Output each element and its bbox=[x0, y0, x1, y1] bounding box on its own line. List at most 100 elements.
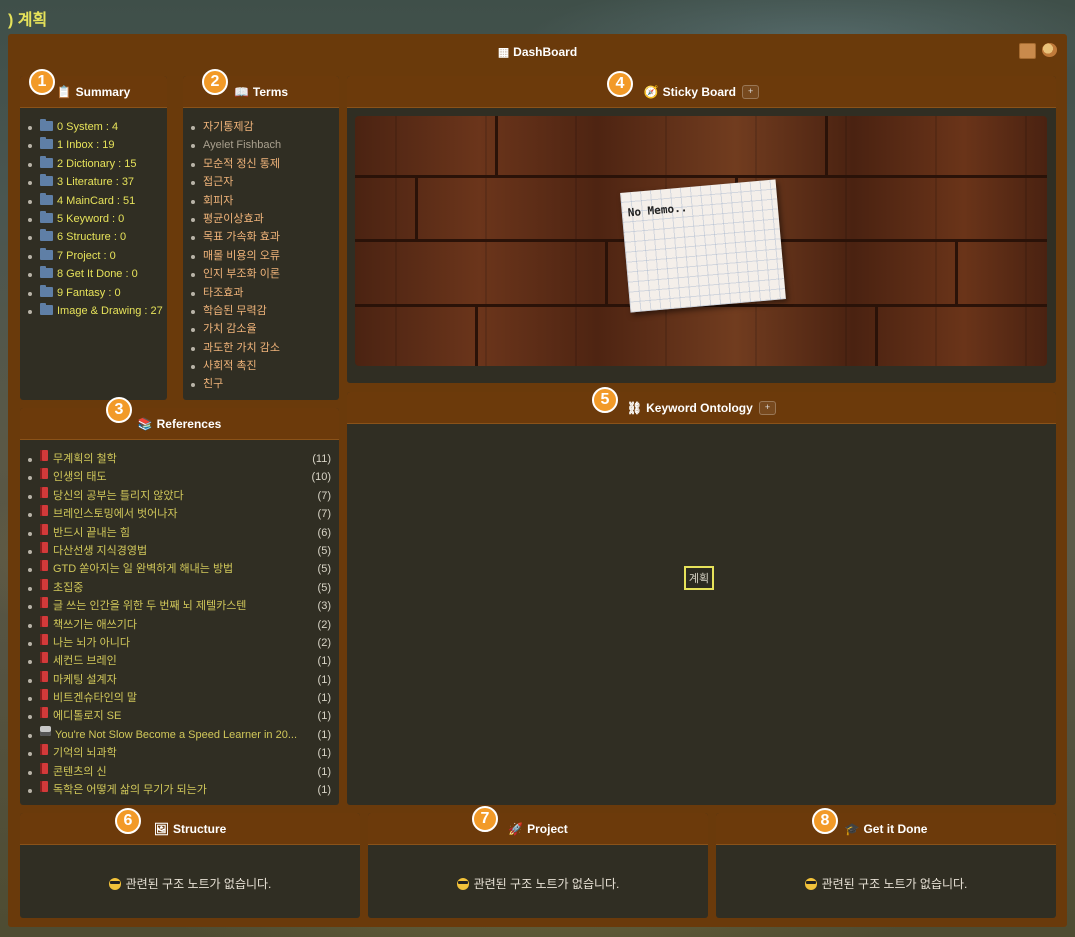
chain-icon: ⛓ bbox=[626, 400, 643, 415]
summary-panel: 📋 Summary 0 System : 4 1 Inbox : 19 2 Dict… bbox=[20, 76, 167, 400]
term-item[interactable]: 친구 bbox=[183, 375, 339, 393]
reference-item[interactable]: 나는 뇌가 아니다 (2) bbox=[20, 633, 339, 652]
ontology-node[interactable]: 계획 bbox=[684, 566, 714, 590]
reference-item[interactable]: 세컨드 브레인 (1) bbox=[20, 652, 339, 670]
terms-title: Terms bbox=[252, 84, 289, 99]
rocket-icon: 🚀 bbox=[508, 821, 524, 836]
reference-item[interactable]: 반드시 끝내는 힘 (6) bbox=[20, 523, 339, 542]
graduation-cap-icon: 🎓 bbox=[844, 821, 860, 836]
reference-item[interactable]: 기억의 뇌과학 (1) bbox=[20, 744, 339, 762]
clipboard-icon: 📋 bbox=[56, 84, 72, 99]
sticky-memo[interactable]: No Memo.. bbox=[620, 179, 786, 313]
summary-item[interactable]: 0 System : 4 bbox=[20, 118, 167, 136]
reference-item[interactable]: 글 쓰는 인간을 위한 두 번째 뇌 제텔카스텐 (3) bbox=[20, 597, 339, 615]
sunglasses-icon bbox=[108, 878, 121, 890]
dashboard-header: ▦ DashBoard bbox=[8, 34, 1067, 69]
term-item[interactable]: 매몰 비용의 오류 bbox=[183, 247, 339, 265]
summary-item[interactable]: 5 Keyword : 0 bbox=[20, 210, 167, 228]
term-item[interactable]: Ayelet Fishbach bbox=[183, 136, 339, 154]
book-icon bbox=[40, 744, 48, 756]
reference-item[interactable]: 비트겐슈타인의 말 (1) bbox=[20, 689, 339, 707]
badge-7: 7 bbox=[472, 806, 498, 832]
sticky-board-title: Sticky Board bbox=[662, 84, 737, 99]
term-item[interactable]: 목표 가속화 효과 bbox=[183, 228, 339, 246]
reference-count: (1) bbox=[317, 692, 331, 705]
reference-item[interactable]: GTD 쏟아지는 일 완벽하게 해내는 방법 (5) bbox=[20, 560, 339, 578]
summary-item[interactable]: 4 MainCard : 51 bbox=[20, 192, 167, 210]
palette-icon[interactable] bbox=[1042, 43, 1057, 57]
book-icon bbox=[40, 505, 48, 517]
reference-title: 독학은 어떻게 삶의 무기가 되는가 bbox=[53, 784, 207, 797]
page-title: ) 계획 bbox=[8, 12, 48, 29]
add-keyword-button[interactable]: + bbox=[758, 400, 777, 415]
dashboard-container: ▦ DashBoard 📋 Summary 0 System : 4 1 Inbo… bbox=[8, 34, 1067, 927]
reference-item[interactable]: 당신의 공부는 틀리지 않았다 (7) bbox=[20, 486, 339, 505]
project-header: 🚀 Project bbox=[368, 813, 708, 845]
summary-title: Summary bbox=[75, 84, 131, 99]
add-memo-button[interactable]: + bbox=[742, 84, 760, 99]
summary-item-label: 3 Literature : 37 bbox=[57, 176, 135, 189]
badge-6: 6 bbox=[115, 808, 141, 834]
reference-title: 당신의 공부는 틀리지 않았다 bbox=[53, 489, 184, 502]
folder-icon bbox=[40, 302, 53, 315]
folder-icon bbox=[40, 119, 53, 131]
book-icon bbox=[40, 670, 48, 682]
book-icon bbox=[40, 541, 48, 553]
summary-item[interactable]: Image & Drawing : 27 bbox=[20, 302, 167, 320]
reference-item[interactable]: You're Not Slow Become a Speed Learner i… bbox=[20, 725, 339, 744]
book-icon bbox=[40, 707, 48, 719]
books-icon: 📚 bbox=[137, 416, 153, 431]
summary-item-label: 7 Project : 0 bbox=[57, 249, 116, 262]
sunglasses-icon bbox=[804, 878, 817, 890]
term-item[interactable]: 학습된 무력감 bbox=[183, 302, 339, 320]
summary-item-label: 4 MainCard : 51 bbox=[57, 194, 136, 207]
terms-panel: 📖 Terms 자기통제감 Ayelet Fishbach 모순적 정신 통제 접근자… bbox=[183, 76, 339, 400]
terms-list: 자기통제감 Ayelet Fishbach 모순적 정신 통제 접근자 회피자 평균이상효… bbox=[183, 108, 339, 394]
term-item[interactable]: 자기통제감 bbox=[183, 118, 339, 136]
reference-item[interactable]: 책쓰기는 애쓰기다 (2) bbox=[20, 615, 339, 634]
reference-title: GTD 쏟아지는 일 완벽하게 해내는 방법 bbox=[53, 563, 234, 576]
summary-list: 0 System : 4 1 Inbox : 19 2 Dictionary : 1… bbox=[20, 108, 167, 320]
reference-item[interactable]: 초집중 (5) bbox=[20, 578, 339, 597]
folder-icon bbox=[40, 284, 53, 297]
summary-item-label: 0 System : 4 bbox=[57, 121, 119, 133]
reference-item[interactable]: 독학은 어떻게 삶의 무기가 되는가 (1) bbox=[20, 781, 339, 799]
reference-item[interactable]: 무계획의 철학 (11) bbox=[20, 450, 339, 468]
reference-item[interactable]: 에디톨로지 SE (1) bbox=[20, 707, 339, 725]
badge-8: 8 bbox=[812, 808, 838, 834]
project-empty-message: 관련된 구조 노트가 없습니다. bbox=[368, 875, 708, 892]
summary-item[interactable]: 3 Literature : 37 bbox=[20, 173, 167, 191]
book-icon bbox=[40, 633, 48, 645]
summary-item[interactable]: 6 Structure : 0 bbox=[20, 228, 167, 246]
term-item[interactable]: 회피자 bbox=[183, 192, 339, 210]
term-item[interactable]: 접근자 bbox=[183, 173, 339, 191]
reference-item[interactable]: 콘텐츠의 신 (1) bbox=[20, 762, 339, 781]
term-item[interactable]: 과도한 가치 감소 bbox=[183, 339, 339, 357]
summary-item[interactable]: 2 Dictionary : 15 bbox=[20, 155, 167, 173]
box-icon[interactable] bbox=[1019, 43, 1036, 59]
reference-count: (1) bbox=[317, 784, 331, 797]
keyword-ontology-header: ⛓ Keyword Ontology + bbox=[347, 392, 1056, 424]
reference-count: (6) bbox=[317, 526, 331, 539]
term-item[interactable]: 평균이상효과 bbox=[183, 210, 339, 228]
structure-empty-message: 관련된 구조 노트가 없습니다. bbox=[20, 875, 360, 892]
reference-item[interactable]: 브레인스토밍에서 벗어나자 (7) bbox=[20, 505, 339, 523]
references-panel: 📚 References 무계획의 철학 (11) 인생의 태도 (10) 당신의 공부… bbox=[20, 408, 339, 805]
reference-item[interactable]: 다산선생 지식경영법 (5) bbox=[20, 541, 339, 560]
book-icon bbox=[40, 578, 48, 590]
term-item[interactable]: 타조효과 bbox=[183, 284, 339, 302]
summary-item-label: Image & Drawing : 27 bbox=[57, 304, 163, 317]
summary-item[interactable]: 7 Project : 0 bbox=[20, 247, 167, 265]
grid-icon: ▦ bbox=[497, 44, 510, 59]
reference-item[interactable]: 마케팅 설계자 (1) bbox=[20, 670, 339, 689]
summary-item[interactable]: 9 Fantasy : 0 bbox=[20, 284, 167, 302]
summary-item[interactable]: 1 Inbox : 19 bbox=[20, 136, 167, 154]
term-item[interactable]: 사회적 촉진 bbox=[183, 357, 339, 375]
summary-item[interactable]: 8 Get It Done : 0 bbox=[20, 265, 167, 283]
term-item[interactable]: 모순적 정신 통제 bbox=[183, 155, 339, 173]
term-item[interactable]: 가치 감소율 bbox=[183, 320, 339, 338]
reference-item[interactable]: 인생의 태도 (10) bbox=[20, 468, 339, 486]
term-item[interactable]: 인지 부조화 이론 bbox=[183, 265, 339, 283]
summary-item-label: 1 Inbox : 19 bbox=[57, 139, 115, 152]
reference-title: 브레인스토밍에서 벗어나자 bbox=[53, 508, 178, 521]
